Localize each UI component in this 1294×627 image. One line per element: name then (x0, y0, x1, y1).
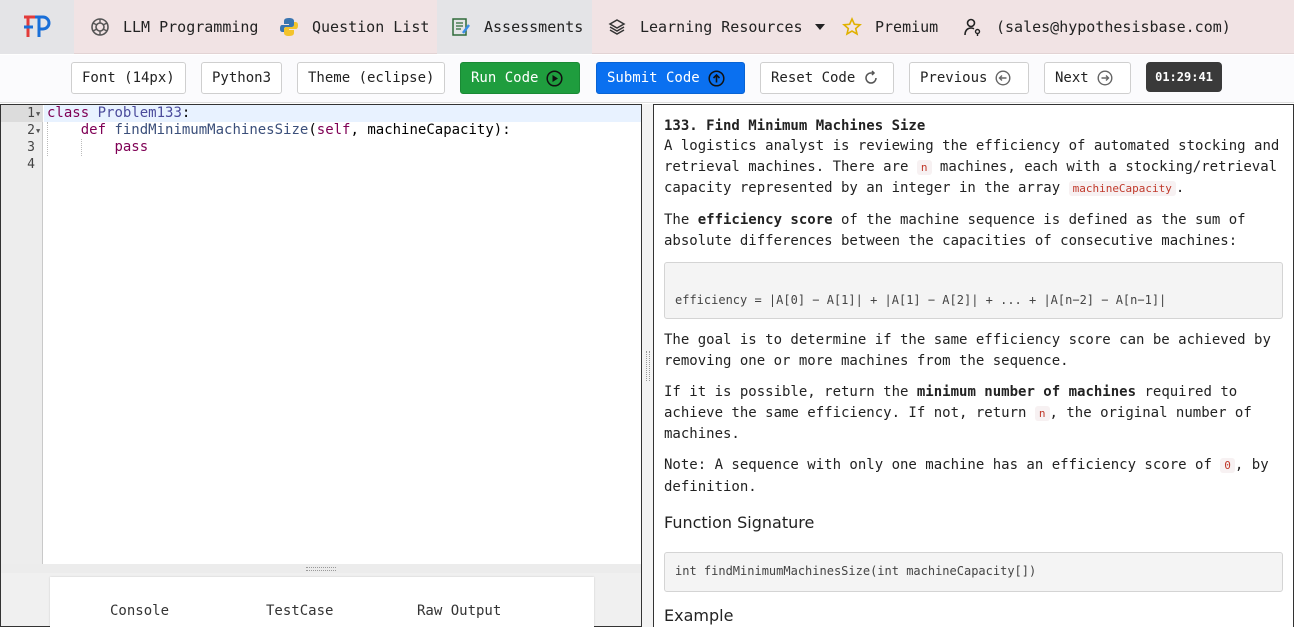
next-label: Next (1055, 70, 1089, 86)
line-number: 1 (27, 106, 35, 121)
star-icon (841, 16, 863, 38)
problem-description-panel: 133. Find Minimum Machines Size A logist… (653, 104, 1294, 627)
nav-account[interactable]: (sales@hypothesisbase.com) (962, 0, 1231, 54)
previous-label: Previous (920, 70, 988, 86)
line-number: 4 (27, 157, 35, 172)
nav-label: LLM Programming (123, 18, 259, 36)
bold-text: minimum number of machines (916, 384, 1137, 400)
theme-label: Theme (eclipse) (308, 70, 435, 86)
text: If it is possible, return the (664, 384, 917, 400)
code-line-3: pass (47, 139, 148, 156)
efficiency-definition-paragraph: The efficiency score of the machine sequ… (664, 210, 1288, 251)
punctuation: ( (308, 122, 317, 138)
reset-code-label: Reset Code (771, 70, 856, 86)
formula-block: efficiency = |A[0] − A[1]| + |A[1] − A[2… (664, 262, 1283, 319)
keyword: def (80, 122, 107, 138)
font-size-button[interactable]: Font (14px) (71, 62, 186, 94)
signature-text: int findMinimumMachinesSize(int machineC… (675, 564, 1037, 578)
layers-icon (606, 16, 628, 38)
editor-toolbar: Font (14px) Python3 Theme (eclipse) Run … (0, 55, 1294, 103)
nav-learning-resources[interactable]: Learning Resources (606, 0, 825, 54)
assessment-icon (450, 16, 472, 38)
top-navigation: LLM Programming Question List Assessment… (0, 0, 1294, 54)
user-key-icon (962, 16, 984, 38)
code-line-2: def findMinimumMachinesSize(self, machin… (47, 122, 511, 139)
example-heading: Example (664, 606, 734, 625)
class-name: Problem133 (97, 105, 182, 121)
code-editor[interactable]: 1 ▼ 2 ▼ 3 4 class Problem133: def findMi… (0, 104, 642, 564)
keyword: pass (114, 139, 149, 155)
formula-text: efficiency = |A[0] − A[1]| + |A[1] − A[2… (675, 293, 1167, 307)
fold-arrow-icon[interactable]: ▼ (36, 110, 40, 118)
console-panel: Console TestCase Raw Output (0, 573, 642, 627)
tab-raw-output[interactable]: Raw Output (417, 603, 501, 619)
next-button[interactable]: Next (1044, 62, 1131, 94)
inline-code: n (916, 159, 932, 175)
function-name: findMinimumMachinesSize (114, 122, 309, 138)
logo-icon (24, 15, 51, 37)
theme-button[interactable]: Theme (eclipse) (297, 62, 445, 94)
line-number: 3 (27, 140, 35, 155)
previous-button[interactable]: Previous (909, 62, 1029, 94)
nav-label: Learning Resources (640, 18, 803, 36)
language-button[interactable]: Python3 (201, 62, 282, 94)
self-keyword: self (316, 122, 351, 138)
nav-question-list[interactable]: Question List (278, 0, 429, 54)
arrow-up-circle-icon (708, 69, 725, 87)
console-tabs: Console TestCase Raw Output (50, 577, 594, 627)
line-number: 2 (27, 123, 35, 138)
text: The (664, 212, 698, 228)
inline-code: n (1034, 405, 1050, 421)
punctuation: : (181, 105, 191, 121)
submit-code-label: Submit Code (607, 70, 700, 86)
fold-arrow-icon[interactable]: ▼ (36, 127, 40, 135)
grip-icon (306, 566, 336, 571)
arrow-left-circle-icon (995, 70, 1011, 86)
parameters: , machineCapacity): (350, 122, 511, 138)
openai-icon (89, 16, 111, 38)
nav-llm-programming[interactable]: LLM Programming (89, 0, 258, 54)
grip-icon (645, 350, 650, 381)
nav-assessments[interactable]: Assessments (437, 0, 592, 54)
logo[interactable] (0, 0, 74, 54)
submit-code-button[interactable]: Submit Code (596, 62, 745, 94)
nav-label: Question List (312, 18, 430, 36)
run-code-label: Run Code (471, 70, 539, 86)
text: . (1175, 180, 1185, 196)
nav-premium[interactable]: Premium (841, 0, 938, 54)
tab-testcase[interactable]: TestCase (266, 603, 333, 619)
code-line-1: class Problem133: (47, 105, 190, 122)
run-code-button[interactable]: Run Code (460, 62, 580, 94)
python-icon (278, 16, 300, 38)
nav-label: Premium (875, 18, 939, 36)
font-size-label: Font (14px) (82, 70, 175, 86)
text: Note: A sequence with only one machine h… (664, 457, 1221, 473)
keyword: class (47, 105, 90, 121)
function-signature-heading: Function Signature (664, 513, 815, 532)
line-gutter (1, 105, 43, 564)
bold-text: efficiency score (697, 212, 833, 228)
language-label: Python3 (212, 70, 272, 86)
countdown-timer: 01:29:41 (1146, 62, 1222, 92)
reset-icon (863, 70, 879, 86)
horizontal-resize-handle[interactable] (0, 564, 642, 573)
tab-console[interactable]: Console (110, 603, 169, 619)
reset-code-button[interactable]: Reset Code (760, 62, 894, 94)
problem-title: 133. Find Minimum Machines Size (664, 118, 926, 134)
note-paragraph: Note: A sequence with only one machine h… (664, 455, 1288, 497)
play-circle-icon (546, 69, 563, 87)
goal-paragraph: The goal is to determine if the same eff… (664, 332, 1271, 369)
vertical-resize-handle[interactable] (642, 104, 653, 627)
caret-down-icon (814, 24, 825, 30)
inline-code: 0 (1220, 458, 1235, 473)
nav-label: Assessments (484, 18, 584, 36)
problem-intro-paragraph: A logistics analyst is reviewing the eff… (664, 136, 1288, 200)
nav-label: (sales@hypothesisbase.com) (996, 18, 1231, 36)
signature-block: int findMinimumMachinesSize(int machineC… (664, 552, 1283, 592)
inline-code: machineCapacity (1068, 181, 1176, 196)
arrow-right-circle-icon (1097, 70, 1113, 86)
return-paragraph: If it is possible, return the minimum nu… (664, 382, 1288, 445)
